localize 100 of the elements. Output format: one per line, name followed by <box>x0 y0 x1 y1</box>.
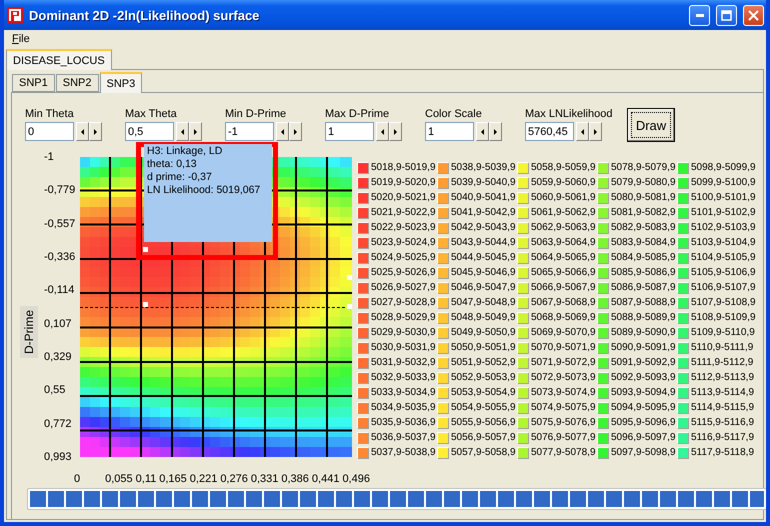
right-arrow-icon <box>294 128 297 134</box>
axis-tick-label: -0,557 <box>44 216 76 231</box>
legend-label: 5068,9-5069,9 <box>531 312 596 323</box>
window-title: Dominant 2D -2ln(Likelihood) surface <box>29 8 260 22</box>
decrement-button[interactable] <box>176 122 189 141</box>
left-arrow-icon <box>481 128 484 134</box>
tab[interactable]: SNP3 <box>100 72 142 93</box>
legend-label: 5077,9-5078,9 <box>531 447 596 458</box>
field-label: Color Scale <box>425 108 483 120</box>
legend-label: 5072,9-5073,9 <box>531 372 596 383</box>
legend-label: 5057,9-5058,9 <box>451 447 516 458</box>
legend-label: 5060,9-5061,9 <box>531 192 596 203</box>
legend-label: 5021,9-5022,9 <box>371 207 436 218</box>
legend-label: 5025,9-5026,9 <box>371 267 436 278</box>
input-field[interactable]: 1 <box>325 122 374 141</box>
field-label: Max Theta <box>125 108 178 120</box>
legend-label: 5099,9-5100,9 <box>691 177 756 188</box>
draw-button[interactable]: Draw <box>627 108 675 142</box>
increment-button[interactable] <box>589 122 602 141</box>
legend-label: 5088,9-5089,9 <box>611 312 676 323</box>
axis-tick-label: -0,114 <box>44 283 76 298</box>
close-icon <box>748 10 759 20</box>
increment-button[interactable] <box>89 122 102 141</box>
axis-title: D-Prime <box>20 306 38 358</box>
axis-tick-label: 0,386 <box>281 472 309 486</box>
legend-label: 5105,9-5106,9 <box>691 267 756 278</box>
decrement-button[interactable] <box>376 122 389 141</box>
legend-label: 5082,9-5083,9 <box>611 222 676 233</box>
legend-label: 5117,9-5118,9 <box>691 447 754 458</box>
axis-tick-label: 0 <box>74 472 80 486</box>
legend-label: 5094,9-5095,9 <box>611 402 676 413</box>
input-field[interactable]: 5760,45 <box>525 122 574 141</box>
legend-label: 5042,9-5043,9 <box>451 222 516 233</box>
legend-label: 5104,9-5105,9 <box>691 252 756 263</box>
legend-label: 5030,9-5031,9 <box>371 342 436 353</box>
legend-label: 5027,9-5028,9 <box>371 297 436 308</box>
input-field[interactable]: 0,5 <box>125 122 174 141</box>
legend-label: 5033,9-5034,9 <box>371 387 436 398</box>
legend-label: 5112,9-5113,9 <box>691 372 754 383</box>
legend-label: 5024,9-5025,9 <box>371 252 436 263</box>
legend-label: 5108,9-5109,9 <box>691 312 756 323</box>
legend-label: 5103,9-5104,9 <box>691 237 756 248</box>
legend-label: 5019,9-5020,9 <box>371 177 436 188</box>
menu-item[interactable]: File <box>10 32 32 44</box>
legend-label: 5026,9-5027,9 <box>371 282 436 293</box>
legend-label: 5029,9-5030,9 <box>371 327 436 338</box>
legend-label: 5076,9-5077,9 <box>531 432 596 443</box>
selection-handle[interactable] <box>347 275 352 280</box>
legend-label: 5065,9-5066,9 <box>531 267 596 278</box>
selection-handle[interactable] <box>347 304 352 309</box>
minimize-icon <box>696 14 704 16</box>
field-label: Min D-Prime <box>225 108 288 120</box>
close-button[interactable] <box>743 4 764 26</box>
legend-label: 5045,9-5046,9 <box>451 267 516 278</box>
legend-label: 5034,9-5035,9 <box>371 402 436 413</box>
tab[interactable]: SNP2 <box>56 74 98 92</box>
increment-button[interactable] <box>489 122 502 141</box>
axis-tick-label: 0,055 <box>105 472 133 486</box>
right-arrow-icon <box>94 128 97 134</box>
legend-label: 5080,9-5081,9 <box>611 192 676 203</box>
decrement-button[interactable] <box>276 122 289 141</box>
maximize-button[interactable] <box>716 4 737 26</box>
legend-label: 5023,9-5024,9 <box>371 237 436 248</box>
increment-button[interactable] <box>189 122 202 141</box>
input-field[interactable]: 1 <box>425 122 474 141</box>
axis-tick-label: 0,165 <box>159 472 187 486</box>
left-arrow-icon <box>281 128 284 134</box>
legend-label: 5116,9-5117,9 <box>691 432 754 443</box>
decrement-button[interactable] <box>76 122 89 141</box>
legend-label: 5059,9-5060,9 <box>531 177 596 188</box>
legend-label: 5100,9-5101,9 <box>691 192 756 203</box>
decrement-button[interactable] <box>576 122 589 141</box>
legend-label: 5086,9-5087,9 <box>611 282 676 293</box>
legend-label: 5075,9-5076,9 <box>531 417 596 428</box>
legend-label: 5067,9-5068,9 <box>531 297 596 308</box>
tab[interactable]: SNP1 <box>12 74 55 92</box>
legend-label: 5053,9-5054,9 <box>451 387 516 398</box>
legend-label: 5115,9-5116,9 <box>691 417 754 428</box>
minimize-button[interactable] <box>689 4 710 26</box>
right-arrow-icon <box>194 128 197 134</box>
axis-tick-label: -0,336 <box>44 250 76 264</box>
legend-label: 5081,9-5082,9 <box>611 207 676 218</box>
legend-label: 5087,9-5088,9 <box>611 297 676 308</box>
increment-button[interactable] <box>289 122 302 141</box>
left-arrow-icon <box>581 128 584 134</box>
input-field[interactable]: 0 <box>25 122 74 141</box>
selection-handle[interactable] <box>143 302 148 307</box>
legend-label: 5036,9-5037,9 <box>371 432 436 443</box>
decrement-button[interactable] <box>476 122 489 141</box>
legend-label: 5069,9-5070,9 <box>531 327 596 338</box>
legend-label: 5097,9-5098,9 <box>611 447 676 458</box>
selection-handle[interactable] <box>143 247 148 252</box>
field-label: Max D-Prime <box>325 108 390 120</box>
legend-label: 5054,9-5055,9 <box>451 402 516 413</box>
legend-label: 5050,9-5051,9 <box>451 342 516 353</box>
legend-label: 5084,9-5085,9 <box>611 252 676 263</box>
increment-button[interactable] <box>389 122 402 141</box>
input-field[interactable]: -1 <box>225 122 274 141</box>
tab[interactable]: DISEASE_LOCUS <box>6 49 112 70</box>
legend-label: 5058,9-5059,9 <box>531 162 596 173</box>
